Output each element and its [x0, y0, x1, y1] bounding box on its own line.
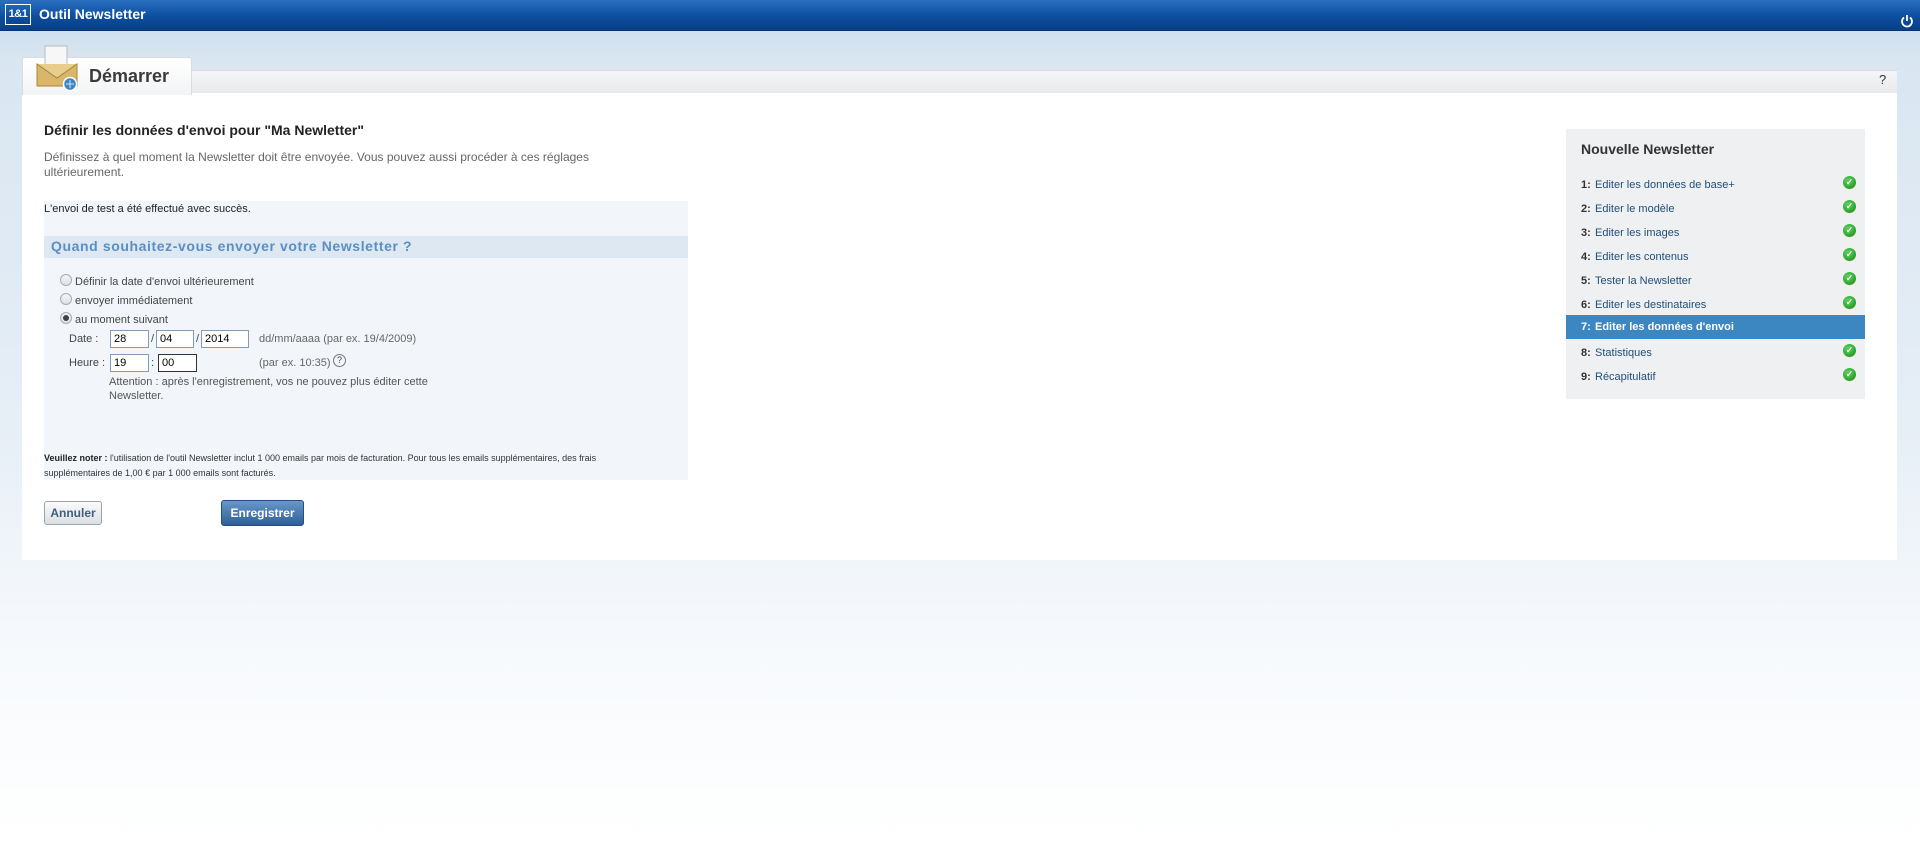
step-item[interactable]: 1: Editer les données de base+ ✓	[1566, 173, 1865, 197]
step-number: 8:	[1581, 347, 1591, 359]
check-icon: ✓	[1843, 224, 1856, 237]
brand-logo: 1&1	[5, 4, 31, 25]
time-separator: :	[151, 357, 155, 369]
check-icon: ✓	[1843, 344, 1856, 357]
check-icon: ✓	[1843, 368, 1856, 381]
step-label: Récapitulatif	[1595, 371, 1656, 383]
edit-warning: Attention : après l'enregistrement, vos …	[109, 376, 428, 402]
step-label: Editer les destinataires	[1595, 299, 1707, 311]
step-item[interactable]: 4: Editer les contenus ✓	[1566, 245, 1865, 269]
success-message: L'envoi de test a été effectué avec succ…	[44, 203, 251, 215]
check-icon: ✓	[1843, 200, 1856, 213]
step-label: Editer les images	[1595, 227, 1680, 239]
panel-header	[22, 70, 1897, 95]
check-icon: ✓	[1843, 272, 1856, 285]
step-item-active[interactable]: 7: Editer les données d'envoi	[1566, 315, 1865, 339]
page-description: Définissez à quel moment la Newsletter d…	[44, 150, 589, 179]
step-number: 1:	[1581, 179, 1591, 191]
radio-immediately[interactable]	[60, 293, 72, 305]
step-item[interactable]: 3: Editer les images ✓	[1566, 221, 1865, 245]
check-icon: ✓	[1843, 176, 1856, 189]
step-label: Editer le modèle	[1595, 203, 1675, 215]
step-number: 5:	[1581, 275, 1591, 287]
time-hours-input[interactable]	[110, 354, 149, 372]
step-item[interactable]: 2: Editer le modèle ✓	[1566, 197, 1865, 221]
help-question-icon[interactable]: ?	[333, 354, 346, 367]
step-number: 6:	[1581, 299, 1591, 311]
top-bar	[0, 0, 1920, 31]
newsletter-envelope-icon	[36, 45, 78, 92]
step-item[interactable]: 9: Récapitulatif ✓	[1566, 365, 1865, 389]
radio-immediately-label[interactable]: envoyer immédiatement	[75, 295, 192, 307]
step-number: 9:	[1581, 371, 1591, 383]
date-month-input[interactable]	[156, 330, 194, 348]
step-label: Statistiques	[1595, 347, 1652, 359]
radio-later-label[interactable]: Définir la date d'envoi ultérieurement	[75, 276, 254, 288]
step-item[interactable]: 5: Tester la Newsletter ✓	[1566, 269, 1865, 293]
step-number: 3:	[1581, 227, 1591, 239]
date-year-input[interactable]	[201, 330, 249, 348]
billing-note: Veuillez noter : l'utilisation de l'outi…	[44, 451, 644, 481]
page-title: Définir les données d'envoi pour "Ma New…	[44, 122, 364, 138]
time-format-hint: (par ex. 10:35)	[259, 357, 331, 369]
step-label: Editer les données d'envoi	[1595, 321, 1734, 333]
date-day-input[interactable]	[110, 330, 149, 348]
date-separator: /	[151, 333, 155, 345]
time-minutes-input[interactable]	[158, 354, 197, 372]
date-label: Date :	[69, 333, 99, 345]
step-number: 4:	[1581, 251, 1591, 263]
step-item[interactable]: 6: Editer les destinataires ✓	[1566, 293, 1865, 317]
note-label: Veuillez noter :	[44, 453, 108, 463]
check-icon: ✓	[1843, 248, 1856, 261]
step-label: Editer les contenus	[1595, 251, 1689, 263]
step-label: Tester la Newsletter	[1595, 275, 1692, 287]
cancel-button[interactable]: Annuler	[44, 501, 102, 525]
step-label: Editer les données de base+	[1595, 179, 1735, 191]
note-text: l'utilisation de l'outil Newsletter incl…	[44, 453, 597, 478]
radio-scheduled[interactable]	[60, 312, 72, 324]
radio-later[interactable]	[60, 274, 72, 286]
check-icon: ✓	[1843, 296, 1856, 309]
date-separator: /	[196, 333, 200, 345]
question-heading: Quand souhaitez-vous envoyer votre Newsl…	[51, 238, 413, 254]
step-item[interactable]: 8: Statistiques ✓	[1566, 341, 1865, 365]
step-number: 2:	[1581, 203, 1591, 215]
help-link[interactable]: ?	[1879, 72, 1886, 87]
tab-label: Démarrer	[89, 66, 170, 86]
power-icon[interactable]	[1900, 14, 1914, 28]
app-title: Outil Newsletter	[39, 6, 146, 22]
save-button[interactable]: Enregistrer	[221, 500, 304, 526]
date-format-hint: dd/mm/aaaa (par ex. 19/4/2009)	[259, 333, 417, 345]
step-number: 7:	[1581, 321, 1591, 333]
steps-title: Nouvelle Newsletter	[1581, 141, 1715, 157]
radio-scheduled-label[interactable]: au moment suivant	[75, 314, 168, 326]
time-label: Heure :	[69, 357, 106, 369]
